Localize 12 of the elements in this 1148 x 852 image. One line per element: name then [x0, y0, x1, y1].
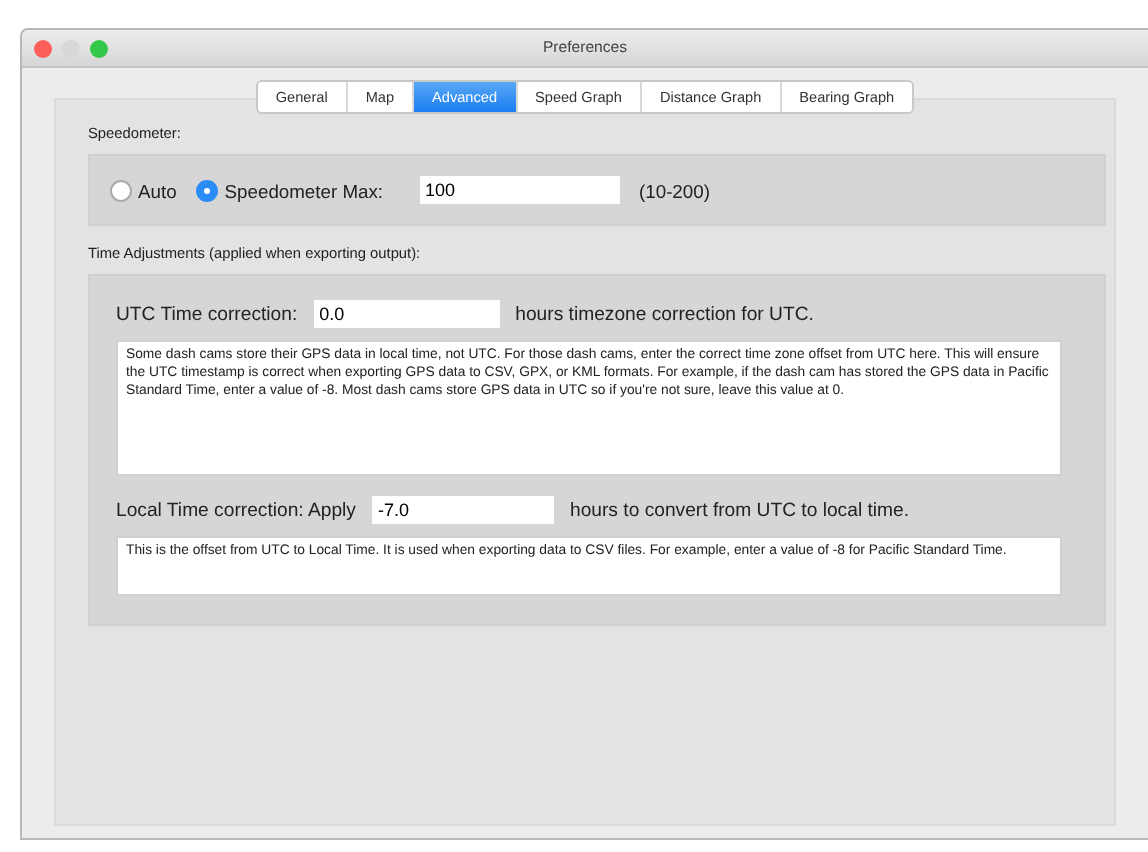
field-hint: hours to convert from UTC to local time. [569, 499, 910, 521]
field-label: UTC Time correction: [116, 303, 298, 325]
range-hint: (10-200) [639, 179, 710, 201]
field-hint: hours timezone correction for UTC. [515, 303, 814, 325]
text-field[interactable]: 0.0 [313, 300, 500, 328]
field-label: Local Time correction: Apply [116, 499, 356, 521]
text-field[interactable]: 100 [419, 176, 620, 204]
radio-button[interactable]: Auto [110, 179, 177, 201]
close-icon[interactable] [34, 39, 52, 57]
text-field[interactable]: -7.0 [371, 496, 554, 524]
radio-button[interactable]: Speedometer Max: [196, 179, 384, 201]
zoom-icon[interactable] [90, 39, 108, 57]
